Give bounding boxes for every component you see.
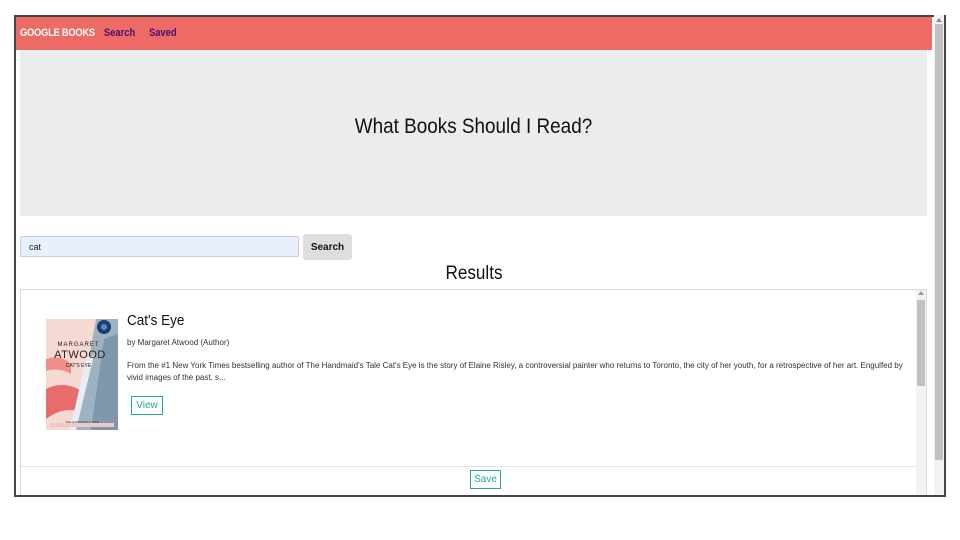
navbar: GOOGLE BOOKS Search Saved (16, 17, 932, 50)
save-button[interactable]: Save (470, 470, 501, 489)
cover-author-last: ATWOOD (54, 349, 106, 361)
page-scrollbar[interactable] (934, 15, 944, 495)
book-description: From the #1 New York Times bestselling a… (127, 361, 903, 382)
book-cover-art (46, 319, 118, 430)
book-cover: MARGARET ATWOOD CAT'S EYE THE HANDMAID'S… (46, 319, 118, 430)
browser-viewport: GOOGLE BOOKS Search Saved What Books Sho… (14, 15, 946, 497)
nav-link-saved[interactable]: Saved (149, 27, 177, 39)
results-scrollbar[interactable] (916, 290, 926, 495)
results-scrollbar-thumb[interactable] (917, 300, 925, 386)
results-panel: MARGARET ATWOOD CAT'S EYE THE HANDMAID'S… (20, 289, 927, 495)
brand-link[interactable]: GOOGLE BOOKS (20, 27, 95, 39)
jumbotron: What Books Should I Read? (20, 50, 927, 216)
results-heading: Results (445, 263, 503, 284)
cover-footer: THE HANDMAID'S TALE (65, 420, 99, 424)
cover-author-first: MARGARET (57, 342, 100, 348)
page-title: What Books Should I Read? (354, 115, 593, 138)
view-button[interactable]: View (131, 396, 163, 415)
search-input[interactable] (20, 236, 299, 257)
cover-title: CAT'S EYE (65, 363, 92, 369)
nav-link-search[interactable]: Search (104, 27, 135, 39)
search-button[interactable]: Search (303, 234, 352, 260)
book-author: by Margaret Atwood (Author) (127, 338, 230, 347)
scroll-up-arrow-icon[interactable] (918, 291, 924, 295)
card-divider (21, 466, 917, 467)
book-title: Cat's Eye (127, 312, 185, 329)
scroll-up-arrow-icon[interactable] (936, 18, 942, 22)
page-scrollbar-thumb[interactable] (935, 24, 943, 460)
